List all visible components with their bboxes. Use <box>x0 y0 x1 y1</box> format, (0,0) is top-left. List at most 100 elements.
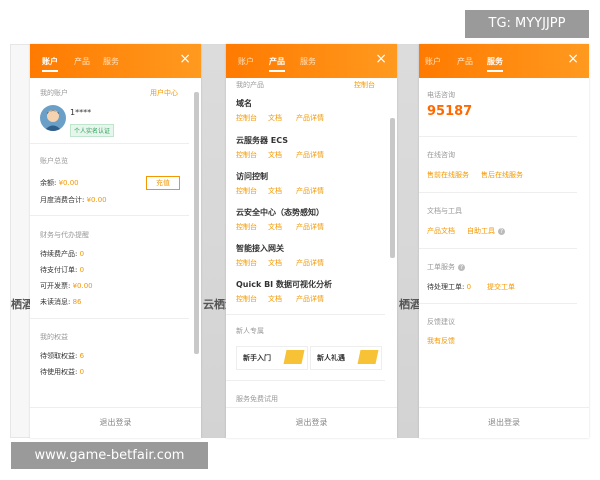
feedback-link[interactable]: 我有反馈 <box>427 336 455 346</box>
product-console-link[interactable]: 控制台 <box>236 294 257 304</box>
monthly-label: 月度消费合计: <box>40 196 85 204</box>
product-docs-link[interactable]: 文档 <box>268 150 282 160</box>
presale-link[interactable]: 售前在线服务 <box>427 170 469 180</box>
tab-account[interactable]: 账户 <box>42 56 58 72</box>
renew-row[interactable]: 待续费产品: 0 <box>40 249 84 259</box>
close-icon[interactable]: × <box>179 52 191 66</box>
use-row[interactable]: 待使用权益: 0 <box>40 367 84 377</box>
product-console-link[interactable]: 控制台 <box>236 113 257 123</box>
my-account-label: 我的账户 <box>40 89 68 97</box>
logout-button[interactable]: 退出登录 <box>30 407 201 438</box>
aftersale-link[interactable]: 售后在线服务 <box>481 170 523 180</box>
unpaid-row[interactable]: 待支付订单: 0 <box>40 265 84 275</box>
promo-gift-label: 新人礼遇 <box>317 354 345 362</box>
product-docs-link[interactable]: 文档 <box>268 113 282 123</box>
gift-icon <box>357 350 379 364</box>
divider <box>30 143 189 144</box>
renew-label: 待续费产品: <box>40 250 78 258</box>
product-docs-link[interactable]: 文档 <box>268 222 282 232</box>
promo-newbie[interactable]: 新手入门 <box>236 346 308 370</box>
product-details-link[interactable]: 产品详情 <box>296 294 324 304</box>
product-details-link[interactable]: 产品详情 <box>296 186 324 196</box>
tab-products[interactable]: 产品 <box>74 56 90 67</box>
recharge-button[interactable]: 充值 <box>146 176 180 190</box>
panel-header: 账户 产品 服务 × <box>419 44 589 78</box>
phone-number: 95187 <box>427 104 473 119</box>
account-panel: 账户 产品 服务 × 我的账户 用户中心 1**** 个人实名认证 账户总览 余… <box>30 44 201 438</box>
divider <box>419 248 577 249</box>
tab-products[interactable]: 产品 <box>457 56 473 67</box>
monthly-value: ¥0.00 <box>86 196 107 204</box>
services-panel: 账户 产品 服务 × 电话咨询 95187 在线咨询 售前在线服务 售后在线服务… <box>419 44 589 438</box>
product-details-link[interactable]: 产品详情 <box>296 222 324 232</box>
product-details-link[interactable]: 产品详情 <box>296 258 324 268</box>
tools-link[interactable]: 自助工具? <box>467 226 505 236</box>
balance-row: 余额: ¥0.00 <box>40 178 79 188</box>
close-icon[interactable]: × <box>567 52 579 66</box>
logout-button[interactable]: 退出登录 <box>419 407 589 438</box>
online-label: 在线咨询 <box>427 151 455 159</box>
product-name[interactable]: 访问控制 <box>236 171 268 182</box>
background-peek-2 <box>397 44 419 438</box>
my-products-label: 我的产品 <box>236 81 264 89</box>
product-name[interactable]: 智能接入网关 <box>236 243 284 254</box>
invoice-label: 可开发票: <box>40 282 71 290</box>
tab-services[interactable]: 服务 <box>103 56 119 67</box>
gift-icon <box>283 350 305 364</box>
tab-services[interactable]: 服务 <box>487 56 503 72</box>
product-console-link[interactable]: 控制台 <box>236 222 257 232</box>
claim-label: 待领取权益: <box>40 352 78 360</box>
docs-label: 文档与工具 <box>427 207 462 215</box>
logout-button[interactable]: 退出登录 <box>226 407 397 438</box>
tab-services[interactable]: 服务 <box>300 56 316 67</box>
product-docs-link[interactable]: 文档 <box>268 186 282 196</box>
products-panel: 账户 产品 服务 × 我的产品 控制台 域名 控制台 文档 产品详情 云服务器 … <box>226 44 397 438</box>
renew-value: 0 <box>79 250 85 258</box>
user-center-link[interactable]: 用户中心 <box>150 88 178 98</box>
promo-gift[interactable]: 新人礼遇 <box>310 346 382 370</box>
tab-products[interactable]: 产品 <box>269 56 285 72</box>
tab-account[interactable]: 账户 <box>425 56 441 67</box>
product-details-link[interactable]: 产品详情 <box>296 150 324 160</box>
panel-header: 账户 产品 服务 × <box>226 44 397 78</box>
pending-label: 待处理工单: <box>427 283 465 291</box>
product-docs-link[interactable]: 文档 <box>268 294 282 304</box>
divider <box>419 136 577 137</box>
invoice-row[interactable]: 可开发票: ¥0.00 <box>40 281 93 291</box>
product-console-link[interactable]: 控制台 <box>236 258 257 268</box>
panel-header: 账户 产品 服务 × <box>30 44 201 78</box>
product-docs-link[interactable]: 文档 <box>268 258 282 268</box>
use-label: 待使用权益: <box>40 368 78 376</box>
submit-ticket-link[interactable]: 提交工单 <box>487 282 515 292</box>
panel-body: 我的账户 用户中心 1**** 个人实名认证 账户总览 余额: ¥0.00 充值… <box>30 78 201 408</box>
watermark-bottom: www.game-betfair.com <box>11 442 208 469</box>
scrollbar[interactable] <box>390 118 395 258</box>
claim-row[interactable]: 待领取权益: 6 <box>40 351 84 361</box>
panel-body: 我的产品 控制台 域名 控制台 文档 产品详情 云服务器 ECS 控制台 文档 … <box>226 78 397 408</box>
close-icon[interactable]: × <box>375 52 387 66</box>
product-console-link[interactable]: 控制台 <box>236 150 257 160</box>
docs-link[interactable]: 产品文档 <box>427 226 455 236</box>
product-name[interactable]: 云安全中心（态势感知） <box>236 207 324 218</box>
tab-account[interactable]: 账户 <box>238 56 254 67</box>
divider <box>30 215 189 216</box>
unpaid-value: 0 <box>79 266 85 274</box>
newcomer-label: 新人专属 <box>236 327 264 335</box>
promo-newbie-label: 新手入门 <box>243 354 271 362</box>
unread-row[interactable]: 未读消息: 86 <box>40 297 82 307</box>
divider <box>226 314 385 315</box>
claim-value: 6 <box>79 352 85 360</box>
product-details-link[interactable]: 产品详情 <box>296 113 324 123</box>
scrollbar[interactable] <box>194 92 199 354</box>
background-peek-1 <box>201 44 226 438</box>
console-link[interactable]: 控制台 <box>354 80 375 90</box>
ticket-label-text: 工单服务 <box>427 263 455 271</box>
product-name[interactable]: 域名 <box>236 98 252 109</box>
product-name[interactable]: 云服务器 ECS <box>236 135 288 146</box>
unpaid-label: 待支付订单: <box>40 266 78 274</box>
product-console-link[interactable]: 控制台 <box>236 186 257 196</box>
question-icon: ? <box>458 263 465 271</box>
pending-row[interactable]: 待处理工单: 0 <box>427 282 471 292</box>
divider <box>226 380 385 381</box>
product-name[interactable]: Quick BI 数据可视化分析 <box>236 279 332 290</box>
